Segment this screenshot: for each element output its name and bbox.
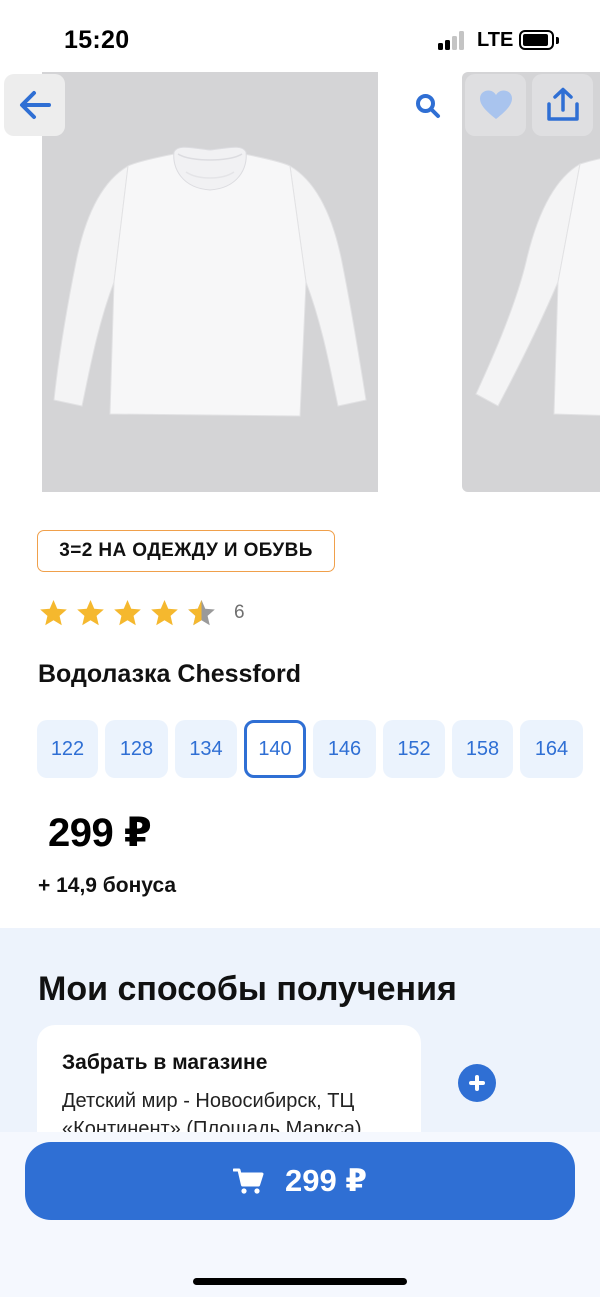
arrow-left-icon (19, 91, 51, 119)
size-option[interactable]: 158 (452, 720, 513, 778)
promo-badge[interactable]: 3=2 НА ОДЕЖДУ И ОБУВЬ (37, 530, 335, 572)
add-delivery-button[interactable] (458, 1064, 496, 1102)
rating-count[interactable]: 6 (234, 602, 245, 624)
search-button[interactable] (406, 84, 450, 128)
size-option[interactable]: 128 (105, 720, 168, 778)
search-icon (416, 94, 440, 118)
star-icon (114, 599, 141, 626)
star-icon (77, 599, 104, 626)
product-title: Водолазка Chessford (38, 660, 302, 688)
star-icon (151, 599, 178, 626)
signal-icon (438, 30, 466, 50)
favorite-button[interactable] (465, 74, 526, 136)
size-option[interactable]: 146 (313, 720, 376, 778)
add-to-cart-button[interactable]: 299 ₽ (25, 1142, 575, 1220)
battery-tip (556, 37, 559, 44)
home-indicator[interactable] (193, 1278, 407, 1285)
bonus-points: + 14,9 бонуса (38, 874, 177, 897)
share-button[interactable] (532, 74, 593, 136)
share-icon (546, 87, 579, 121)
size-option[interactable]: 122 (37, 720, 98, 778)
store-card-title: Забрать в магазине (62, 1051, 268, 1074)
heart-icon (479, 90, 512, 119)
size-selector: 122 128 134 140 146 152 158 164 (37, 720, 597, 778)
network-type: LTE (477, 29, 514, 51)
status-time: 15:20 (64, 26, 130, 54)
size-option[interactable]: 134 (175, 720, 237, 778)
size-option[interactable]: 164 (520, 720, 583, 778)
delivery-title: Мои способы получения (38, 970, 457, 1008)
size-option-selected[interactable]: 140 (244, 720, 306, 778)
battery-icon (519, 30, 554, 50)
star-icon (40, 599, 67, 626)
back-button[interactable] (4, 74, 65, 136)
product-photo[interactable] (42, 72, 378, 492)
status-bar: 15:20 LTE (0, 0, 600, 70)
half-star-icon (188, 599, 215, 626)
size-option[interactable]: 152 (383, 720, 445, 778)
product-price: 299 ₽ (48, 811, 152, 855)
cart-button-price: 299 ₽ (285, 1163, 367, 1198)
cart-icon (233, 1168, 264, 1194)
